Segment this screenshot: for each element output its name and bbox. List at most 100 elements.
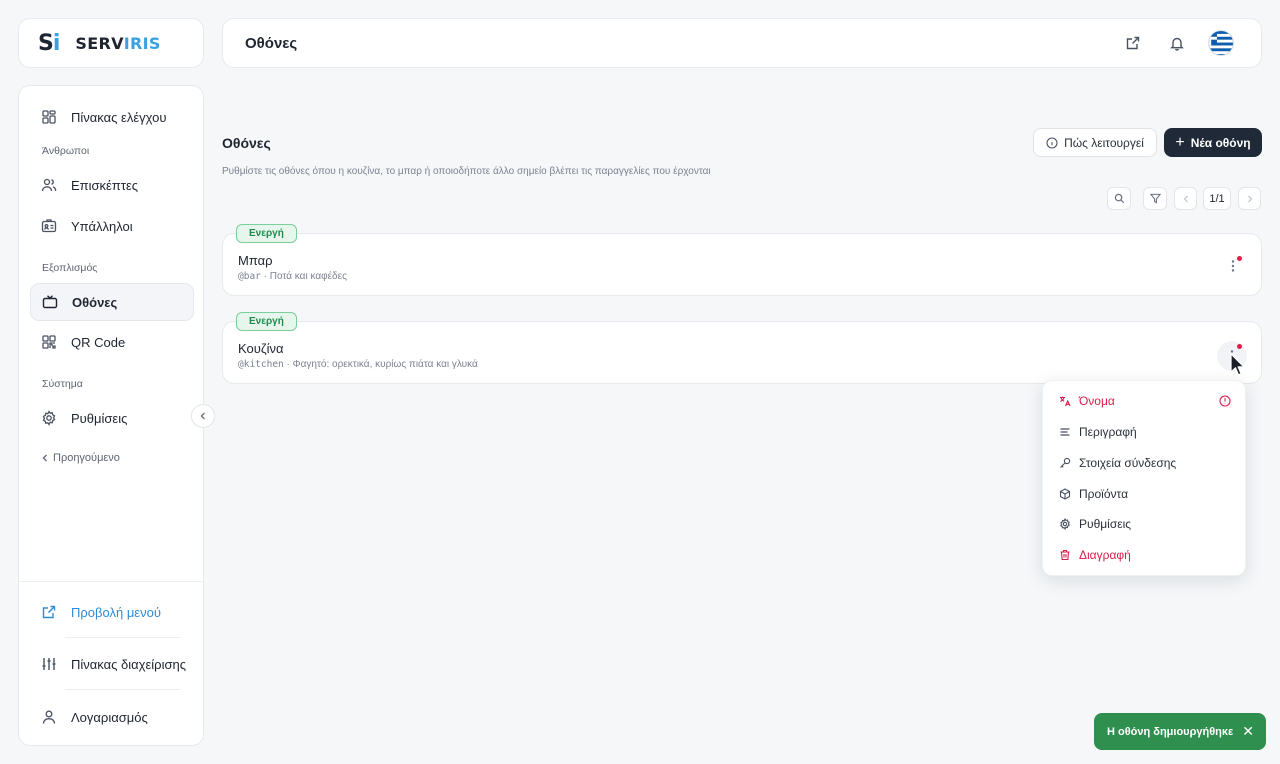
- key-icon: [1059, 457, 1071, 469]
- app-logo[interactable]: Si SERVIRIS: [18, 18, 204, 68]
- menu-item-name[interactable]: Όνομα: [1059, 390, 1234, 412]
- filter-icon: [1149, 193, 1161, 204]
- account-label: Λογαριασμός: [71, 709, 148, 725]
- screen-handle: @bar: [238, 271, 261, 282]
- how-it-works-label: Πώς λειτουργεί: [1064, 135, 1144, 150]
- id-card-icon: [41, 218, 57, 234]
- bell-icon[interactable]: [1167, 33, 1187, 53]
- chevron-right-icon: [1245, 194, 1255, 204]
- success-toast: Η οθόνη δημιουργήθηκε ✕: [1094, 713, 1266, 750]
- filter-button[interactable]: [1143, 187, 1167, 210]
- separator: ·: [260, 271, 270, 282]
- menu-item-delete[interactable]: Διαγραφή: [1059, 544, 1234, 566]
- next-page-button[interactable]: [1238, 187, 1261, 210]
- sidebar-item-screens[interactable]: Οθόνες: [30, 283, 194, 321]
- menu-item-description[interactable]: Περιγραφή: [1059, 421, 1234, 443]
- sidebar-divider: [19, 581, 203, 582]
- gear-icon: [1059, 518, 1071, 530]
- previous-label: Προηγούμενο: [53, 452, 120, 464]
- logo-mark: Si: [38, 30, 60, 56]
- collapse-sidebar-button[interactable]: [191, 404, 215, 428]
- sliders-icon: [41, 656, 57, 672]
- users-icon: [41, 177, 57, 193]
- screen-card-bar[interactable]: Ενεργή Μπαρ @bar · Ποτά και καφέδες: [222, 224, 1262, 296]
- top-bar: Οθόνες: [222, 18, 1262, 68]
- menu-item-label: Στοιχεία σύνδεσης: [1079, 456, 1177, 470]
- menu-item-settings[interactable]: Ρυθμίσεις: [1059, 513, 1234, 535]
- page-title: Οθόνες: [222, 135, 271, 151]
- sidebar-item-guests[interactable]: Επισκέπτες: [30, 166, 194, 204]
- page-description: Ρυθμίστε τις οθόνες όπου η κουζίνα, το μ…: [222, 166, 711, 177]
- menu-item-label: Προϊόντα: [1079, 487, 1129, 501]
- sidebar-item-label: Πίνακας ελέγχου: [71, 109, 167, 125]
- toast-message: Η οθόνη δημιουργήθηκε: [1107, 725, 1234, 738]
- chevron-left-icon: [198, 411, 208, 421]
- page-header-title: Οθόνες: [245, 34, 298, 52]
- sidebar-item-employees[interactable]: Υπάλληλοι: [30, 207, 194, 245]
- search-icon: [1114, 193, 1125, 204]
- dashboard-icon: [41, 109, 57, 125]
- how-it-works-button[interactable]: Πώς λειτουργεί: [1033, 128, 1157, 157]
- kebab-icon: [1231, 259, 1235, 273]
- close-icon[interactable]: ✕: [1242, 723, 1254, 740]
- sidebar-item-label: Επισκέπτες: [71, 177, 139, 193]
- sidebar-item-label: Υπάλληλοι: [71, 218, 133, 234]
- screen-description: Φαγητό: ορεκτικά, κυρίως πιάτα και γλυκά: [292, 359, 478, 370]
- sidebar-item-dashboard[interactable]: Πίνακας ελέγχου: [30, 98, 194, 136]
- menu-item-products[interactable]: Προϊόντα: [1059, 483, 1234, 505]
- logo-name: SERVIRIS: [75, 33, 161, 53]
- previous-page-button[interactable]: [1174, 187, 1197, 210]
- notification-dot: [1237, 344, 1242, 349]
- pagination-indicator: 1/1: [1203, 187, 1231, 210]
- section-label-equipment: Εξοπλισμός: [42, 262, 98, 274]
- translate-icon: [1059, 395, 1071, 407]
- new-screen-label: Νέα οθόνη: [1190, 135, 1251, 150]
- external-link-icon[interactable]: [1123, 33, 1143, 53]
- language-flag-greece[interactable]: [1208, 30, 1234, 56]
- menu-item-label: Ρυθμίσεις: [1079, 517, 1132, 531]
- user-icon: [41, 709, 57, 725]
- chevron-left-icon: [40, 453, 50, 463]
- admin-panel-label: Πίνακας διαχείρισης: [71, 656, 186, 672]
- sidebar-item-label: Ρυθμίσεις: [71, 410, 128, 426]
- screen-subtitle: @bar · Ποτά και καφέδες: [238, 271, 347, 282]
- menu-item-label: Περιγραφή: [1079, 425, 1137, 439]
- section-label-people: Άνθρωποι: [42, 145, 90, 157]
- search-button[interactable]: [1107, 187, 1131, 210]
- account-link[interactable]: Λογαριασμός: [30, 698, 194, 736]
- tv-icon: [42, 294, 58, 310]
- sidebar: Πίνακας ελέγχου Άνθρωποι Επισκέπτες Υπάλ…: [18, 85, 204, 746]
- alert-circle-icon: [1219, 395, 1231, 407]
- screen-card-kitchen[interactable]: Ενεργή Κουζίνα @kitchen · Φαγητό: ορεκτι…: [222, 312, 1262, 384]
- notification-dot: [1237, 256, 1242, 261]
- mouse-cursor-icon: [1229, 353, 1245, 377]
- trash-icon: [1059, 549, 1071, 561]
- new-screen-button[interactable]: + Νέα οθόνη: [1164, 128, 1262, 157]
- sidebar-item-label: QR Code: [71, 334, 126, 350]
- sidebar-item-label: Οθόνες: [72, 294, 118, 310]
- chevron-left-icon: [1181, 194, 1191, 204]
- external-link-icon: [41, 604, 57, 620]
- screen-context-menu: Όνομα Περιγραφή Στοιχεία σύνδεσης Προϊόν…: [1042, 380, 1246, 576]
- menu-item-label: Όνομα: [1079, 394, 1115, 408]
- menu-item-connection[interactable]: Στοιχεία σύνδεσης: [1059, 452, 1234, 474]
- text-align-icon: [1059, 426, 1071, 438]
- separator: ·: [283, 359, 293, 370]
- plus-icon: +: [1175, 133, 1185, 151]
- qr-code-icon: [41, 334, 57, 350]
- gear-icon: [41, 410, 57, 426]
- status-badge: Ενεργή: [236, 224, 297, 243]
- status-badge: Ενεργή: [236, 312, 297, 331]
- screen-handle: @kitchen: [238, 359, 284, 370]
- sidebar-item-qr-code[interactable]: QR Code: [30, 323, 194, 361]
- menu-item-label: Διαγραφή: [1079, 548, 1131, 562]
- screen-description: Ποτά και καφέδες: [269, 271, 347, 282]
- sidebar-item-settings[interactable]: Ρυθμίσεις: [30, 399, 194, 437]
- previous-link[interactable]: Προηγούμενο: [40, 452, 120, 464]
- screen-name: Κουζίνα: [238, 341, 284, 356]
- screen-name: Μπαρ: [238, 253, 273, 268]
- info-icon: [1046, 136, 1058, 149]
- admin-panel-link[interactable]: Πίνακας διαχείρισης: [30, 645, 194, 683]
- view-menu-label: Προβολή μενού: [71, 604, 161, 620]
- view-menu-link[interactable]: Προβολή μενού: [30, 593, 194, 631]
